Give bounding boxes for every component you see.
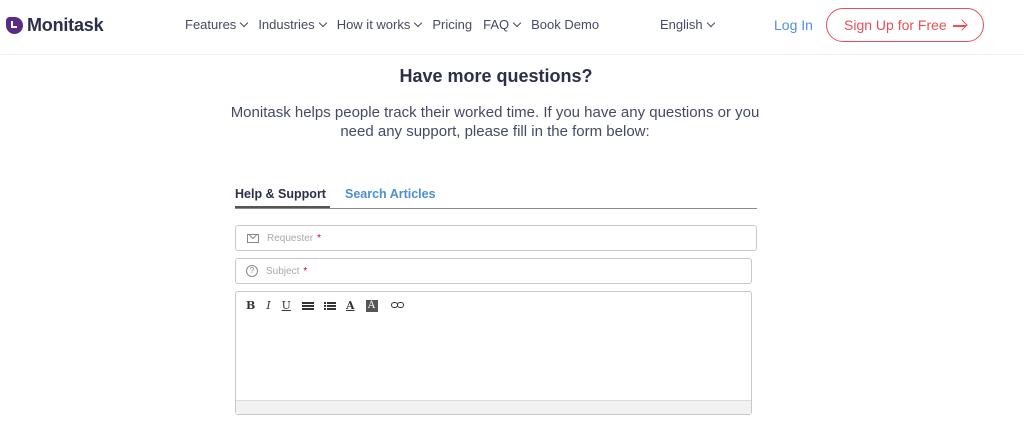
top-navigation: Monitask Features Industries How it work… [0,0,1024,55]
requester-placeholder: Requester [267,232,314,244]
arrow-right-icon [953,25,966,27]
tab-help-support[interactable]: Help & Support [235,187,326,207]
nav-item-how-it-works[interactable]: How it works [336,17,423,32]
tab-search-articles[interactable]: Search Articles [345,187,436,201]
main-menu: Features Industries How it works Pricing… [185,17,610,32]
signup-button[interactable]: Sign Up for Free [826,8,984,42]
logo[interactable]: Monitask [6,15,104,36]
chevron-down-icon [414,18,423,28]
background-color-button[interactable]: A [365,299,378,312]
editor-toolbar: B I U A A [246,299,405,312]
language-label: English [660,17,703,32]
numbered-list-icon[interactable] [323,301,336,310]
nav-item-label: How it works [336,17,411,32]
font-color-button[interactable]: A [346,299,355,312]
chevron-down-icon [706,18,715,28]
requester-field[interactable]: Requester * [235,225,757,251]
subject-field[interactable]: ? Subject * [235,258,752,284]
required-mark: * [317,232,322,244]
underline-button[interactable]: U [282,299,291,312]
nav-item-book-demo[interactable]: Book Demo [531,17,599,32]
envelope-icon [247,233,259,243]
nav-item-label: Features [185,17,237,32]
page-description: Monitask helps people track their worked… [230,104,760,140]
nav-item-label: Book Demo [531,17,600,32]
login-link[interactable]: Log In [774,17,813,33]
italic-button[interactable]: I [266,299,270,312]
nav-item-pricing[interactable]: Pricing [432,17,472,32]
nav-item-label: FAQ [483,17,510,32]
nav-item-faq[interactable]: FAQ [483,17,522,32]
required-mark: * [303,265,308,277]
nav-item-features[interactable]: Features [185,17,249,32]
nav-item-label: Industries [258,17,315,32]
chevron-down-icon [240,18,249,28]
language-selector[interactable]: English [660,17,715,32]
support-tabs: Help & Support Search Articles [235,186,757,209]
message-editor[interactable]: B I U A A [235,291,752,415]
subject-placeholder: Subject [266,265,300,277]
nav-item-industries[interactable]: Industries [258,17,327,32]
nav-item-label: Pricing [432,17,473,32]
bold-button[interactable]: B [246,299,255,312]
bullet-list-icon[interactable] [301,301,314,310]
question-circle-icon: ? [246,265,258,277]
active-tab-indicator [235,206,330,208]
brand-name: Monitask [27,15,104,35]
signup-label: Sign Up for Free [844,17,947,33]
page-title: Have more questions? [399,66,593,86]
monitask-logo-icon [6,17,23,34]
link-icon[interactable] [390,301,405,310]
chevron-down-icon [512,18,522,28]
chevron-down-icon [318,18,327,28]
editor-footer [236,400,751,414]
